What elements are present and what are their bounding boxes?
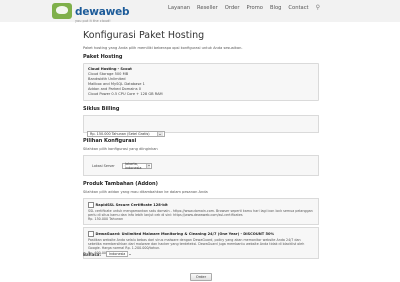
package-line: Addon and Parked Domains 0 bbox=[88, 87, 141, 91]
package-name: Cloud Hosting - Scout bbox=[88, 67, 132, 71]
order-button[interactable]: Order bbox=[189, 273, 213, 282]
language-label: Bahasa: bbox=[83, 251, 101, 257]
config-intro: Silahkan pilih konfigurasi yang diingink… bbox=[83, 147, 158, 151]
nav-reseller[interactable]: Reseller bbox=[197, 4, 218, 12]
brand-logo[interactable]: dewaweb you put it the cloud! bbox=[52, 0, 130, 23]
billing-cycle-select[interactable]: Rp. 150.000 Tahunan (Setel Gratis) bbox=[87, 131, 165, 137]
brand-text-wrap: dewaweb you put it the cloud! bbox=[75, 0, 130, 22]
section-config-title: Pilihan Konfigurasi bbox=[83, 138, 137, 144]
package-line: Cloud Power 0.5 CPU Core + 128 GB RAM bbox=[88, 92, 163, 96]
section-addons-title: Produk Tambahan (Addon) bbox=[83, 181, 158, 187]
billing-cycle-value: Rp. 150.000 Tahunan (Setel Gratis) bbox=[90, 132, 150, 136]
language-value: Indonesia bbox=[108, 252, 126, 256]
addon-head: DewaGuard: Unlimited Malware Monitoring … bbox=[88, 231, 314, 237]
package-line: Mailbox and MySQL Database 1 bbox=[88, 82, 145, 86]
addon-checkbox[interactable] bbox=[88, 231, 94, 237]
addon-title: RapidSSL Secure Certificate 128-bit bbox=[95, 202, 168, 207]
order-button-wrap: Order bbox=[83, 263, 319, 282]
section-billing-title: Siklus Billing bbox=[83, 106, 120, 112]
nav-blog[interactable]: Blog bbox=[270, 4, 281, 12]
package-details-box: Cloud Hosting - Scout Cloud Storage 500 … bbox=[83, 63, 319, 101]
chevron-down-icon bbox=[157, 132, 163, 136]
package-line: Cloud Storage 500 MB bbox=[88, 72, 129, 76]
cloud-logo-icon bbox=[52, 3, 72, 19]
nav-layanan[interactable]: Layanan bbox=[168, 4, 190, 12]
config-options-box: Lokasi Server Jakarta, Indonesia bbox=[83, 155, 319, 176]
page-intro: Paket hosting yang Anda pilih memiliki b… bbox=[83, 46, 243, 50]
page-title: Konfigurasi Paket Hosting bbox=[83, 30, 205, 41]
addon-head: RapidSSL Secure Certificate 128-bit bbox=[88, 202, 314, 208]
chevron-down-icon bbox=[127, 252, 132, 256]
addon-price: Rp. 150.000 Tahunan bbox=[88, 217, 124, 222]
nav-contact[interactable]: Contact bbox=[288, 4, 308, 12]
server-location-value: Jakarta, Indonesia bbox=[125, 161, 142, 170]
addon-item: RapidSSL Secure Certificate 128-bit SSL … bbox=[83, 198, 319, 226]
brand-name: dewaweb bbox=[75, 5, 130, 18]
addons-intro: Silahkan pilih addon yang mau ditambahka… bbox=[83, 190, 208, 194]
billing-box: Rp. 150.000 Tahunan (Setel Gratis) bbox=[83, 115, 319, 137]
server-location-label: Lokasi Server bbox=[92, 163, 115, 168]
nav-order[interactable]: Order bbox=[225, 4, 240, 12]
addon-checkbox[interactable] bbox=[88, 202, 94, 208]
addon-description: SSL certificate untuk mengamankan satu d… bbox=[88, 208, 313, 217]
nav-promo[interactable]: Promo bbox=[246, 4, 262, 12]
server-location-select[interactable]: Jakarta, Indonesia bbox=[122, 161, 152, 170]
package-line: Bandwidth Unlimited bbox=[88, 77, 126, 81]
addon-title: DewaGuard: Unlimited Malware Monitoring … bbox=[95, 231, 275, 236]
addon-description: Pastikan website Anda selalu bebas dari … bbox=[88, 237, 305, 251]
top-header: dewaweb you put it the cloud! Layanan Re… bbox=[0, 0, 400, 23]
main-nav: Layanan Reseller Order Promo Blog Contac… bbox=[168, 4, 320, 12]
section-package-title: Paket Hosting bbox=[83, 54, 123, 60]
search-icon[interactable]: ⚲ bbox=[316, 4, 320, 12]
main-content: Konfigurasi Paket Hosting Paket hosting … bbox=[83, 22, 319, 282]
language-selector-row: Bahasa: Indonesia bbox=[83, 251, 132, 257]
chevron-down-icon bbox=[145, 163, 150, 168]
language-select[interactable]: Indonesia bbox=[105, 251, 132, 257]
